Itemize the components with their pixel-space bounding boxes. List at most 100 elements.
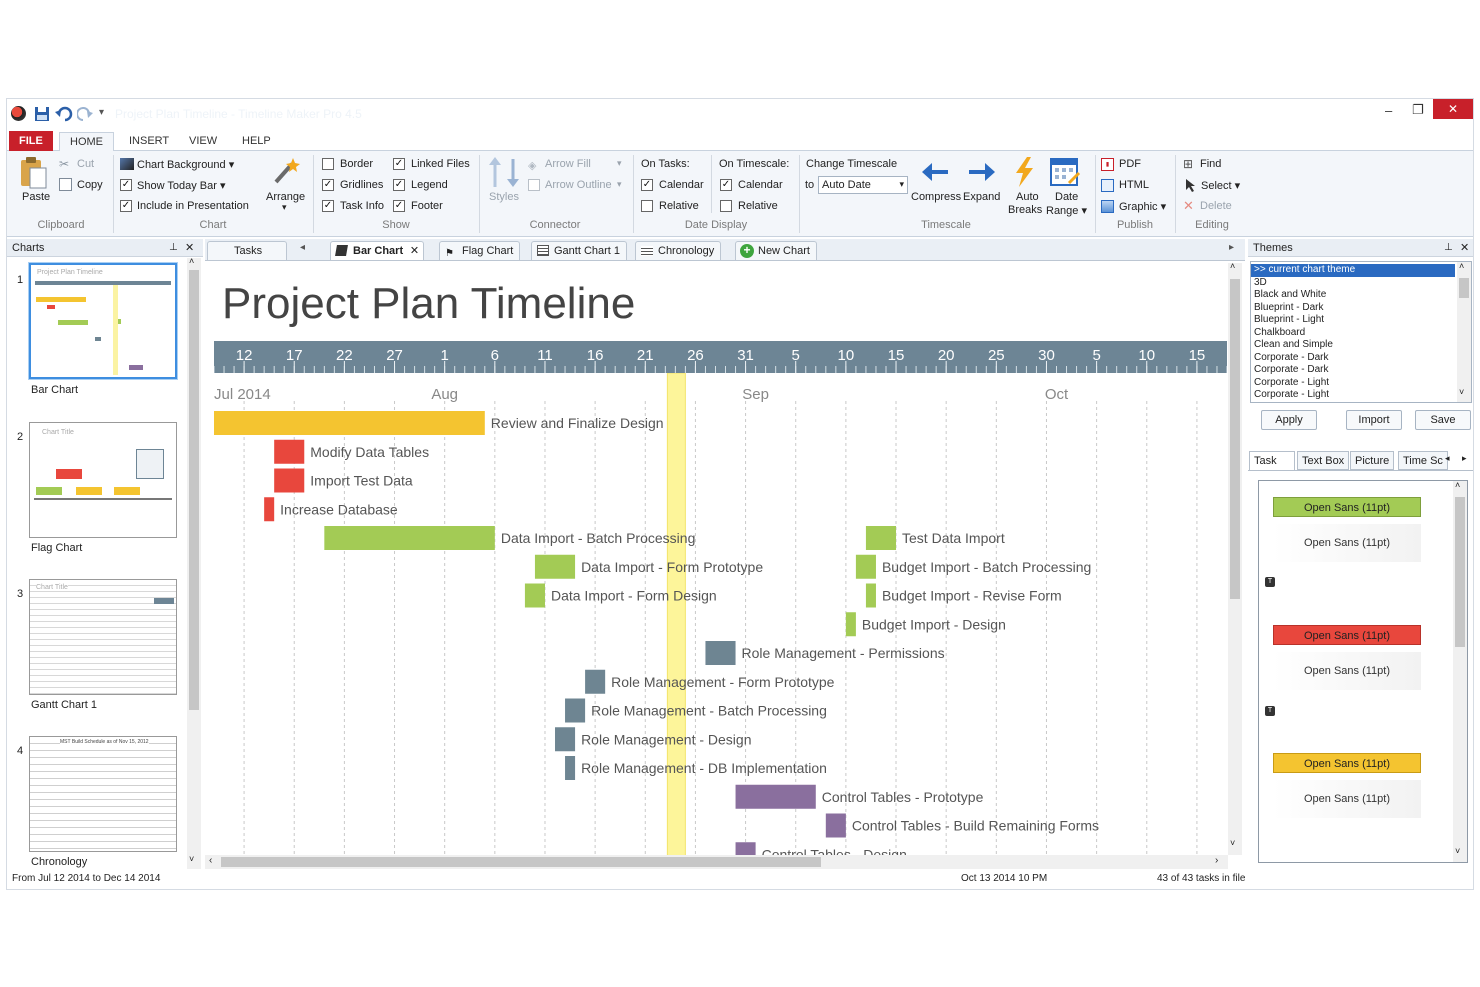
arrow-outline-dropdown-icon[interactable]: ▾: [617, 179, 622, 190]
arrow-fill-button[interactable]: Arrow Fill: [545, 158, 591, 170]
auto-breaks-label-2[interactable]: Breaks: [1008, 204, 1042, 216]
task-style-swatch-green[interactable]: Open Sans (11pt): [1273, 497, 1421, 517]
chart-canvas[interactable]: 12 17 22 27 1 6 11 16 21 26 31 5 10 15 20 25 30 5 10 15 Jul …: [214, 263, 1227, 855]
pin-icon[interactable]: ⊥: [1444, 239, 1453, 257]
include-presentation-checkbox[interactable]: ✓: [120, 200, 132, 212]
maximize-button[interactable]: ❐: [1412, 102, 1424, 118]
close-panel-icon[interactable]: ✕: [185, 239, 194, 257]
pdf-button[interactable]: PDF: [1119, 158, 1141, 170]
graphic-button[interactable]: Graphic ▾: [1119, 200, 1166, 213]
paste-label[interactable]: Paste: [22, 191, 50, 203]
scroll-left-icon[interactable]: ‹: [209, 855, 212, 866]
save-theme-button[interactable]: Save: [1415, 410, 1471, 430]
style-tabs-right-icon[interactable]: ▸: [1462, 453, 1467, 464]
themes-scrollbar[interactable]: ˄ ˅: [1457, 262, 1471, 402]
arrow-outline-button[interactable]: Arrow Outline: [545, 179, 612, 191]
import-theme-button[interactable]: Import: [1346, 410, 1402, 430]
tab-text-box-style[interactable]: Text Box: [1297, 451, 1350, 470]
tab-new-chart[interactable]: + New Chart: [735, 241, 817, 260]
tab-picture-style[interactable]: Picture: [1350, 451, 1395, 470]
theme-item[interactable]: Clean and Simple: [1251, 339, 1471, 352]
arrow-fill-dropdown-icon[interactable]: ▾: [617, 158, 622, 169]
chart-thumbnail-gantt-chart[interactable]: Chart Title: [29, 579, 177, 695]
canvas-vscroll-thumb[interactable]: [1230, 279, 1240, 599]
date-range-label-2[interactable]: Range ▾: [1046, 204, 1087, 217]
theme-item[interactable]: 3D: [1251, 277, 1471, 290]
auto-date-select[interactable]: Auto Date ▾: [818, 176, 908, 194]
scroll-down-icon[interactable]: ˅: [1455, 846, 1460, 856]
task-info-checkbox[interactable]: ✓: [322, 200, 334, 212]
include-presentation-label[interactable]: Include in Presentation: [137, 200, 249, 212]
tab-timescale-style[interactable]: Time Sc: [1398, 451, 1448, 470]
style-tabs-left-icon[interactable]: ◂: [1445, 453, 1450, 464]
theme-item[interactable]: Corporate - Dark: [1251, 352, 1471, 365]
connector-styles-label[interactable]: Styles: [489, 191, 519, 203]
auto-breaks-label-1[interactable]: Auto: [1016, 191, 1039, 203]
close-tab-icon[interactable]: ✕: [410, 242, 419, 260]
delete-button[interactable]: Delete: [1200, 200, 1232, 212]
copy-button[interactable]: Copy: [77, 179, 103, 191]
arrange-dropdown-icon[interactable]: ▾: [282, 202, 287, 213]
gantt-chart[interactable]: 12 17 22 27 1 6 11 16 21 26 31 5 10 15 20 25 30 5 10 15Jul …: [214, 263, 1227, 855]
theme-item[interactable]: Corporate - Dark: [1251, 364, 1471, 377]
scroll-up-icon[interactable]: ˄: [1230, 261, 1235, 271]
timescale-calendar-checkbox[interactable]: ✓: [720, 179, 732, 191]
close-button[interactable]: ✕: [1433, 99, 1473, 119]
show-today-bar-label[interactable]: Show Today Bar ▾: [137, 179, 225, 192]
save-icon[interactable]: [34, 106, 50, 122]
chart-background-button[interactable]: Chart Background ▾: [137, 158, 234, 171]
compress-button[interactable]: Compress: [911, 191, 961, 203]
theme-item[interactable]: Corporate - Light: [1251, 377, 1471, 390]
scroll-down-icon[interactable]: ˅: [189, 854, 194, 864]
charts-scroll-thumb[interactable]: [189, 270, 199, 710]
chart-title[interactable]: Project Plan Timeline: [222, 279, 635, 328]
border-checkbox[interactable]: [322, 158, 334, 170]
tasks-relative-checkbox[interactable]: [641, 200, 653, 212]
find-button[interactable]: Find: [1200, 158, 1221, 170]
scroll-up-icon[interactable]: ˄: [189, 256, 194, 266]
tabs-scroll-right-icon[interactable]: ▸: [1229, 242, 1234, 253]
html-button[interactable]: HTML: [1119, 179, 1149, 191]
tab-help[interactable]: HELP: [232, 132, 281, 151]
task-style-label-font[interactable]: Open Sans (11pt): [1273, 652, 1421, 690]
connector-styles-icon[interactable]: [487, 157, 523, 189]
task-style-swatch-red[interactable]: Open Sans (11pt): [1273, 625, 1421, 645]
quick-access-dropdown-icon[interactable]: ▾: [99, 107, 104, 118]
tab-gantt-chart[interactable]: Gantt Chart 1: [531, 241, 628, 260]
date-range-calendar-icon[interactable]: [1049, 155, 1081, 187]
scroll-up-icon[interactable]: ˄: [1455, 481, 1460, 490]
theme-item[interactable]: Black and White: [1251, 289, 1471, 302]
theme-item[interactable]: Chalkboard: [1251, 327, 1471, 340]
apply-theme-button[interactable]: Apply: [1261, 410, 1317, 430]
chart-name[interactable]: Flag Chart: [31, 542, 82, 554]
task-style-label-font[interactable]: Open Sans (11pt): [1273, 780, 1421, 818]
tab-file[interactable]: FILE: [9, 131, 53, 151]
task-styles-list[interactable]: Open Sans (11pt) Open Sans (11pt) T Open…: [1258, 480, 1468, 863]
arrange-wand-icon[interactable]: [272, 156, 300, 186]
tab-view[interactable]: VIEW: [179, 132, 227, 151]
tab-bar-chart[interactable]: Bar Chart ✕: [330, 241, 425, 260]
canvas-hscroll-thumb[interactable]: [221, 857, 821, 867]
theme-item[interactable]: Blueprint - Light: [1251, 314, 1471, 327]
task-style-swatch-yellow[interactable]: Open Sans (11pt): [1273, 753, 1421, 773]
charts-scrollbar[interactable]: ˄ ˅: [187, 256, 201, 869]
expand-button[interactable]: Expand: [963, 191, 1000, 203]
compress-arrow-icon[interactable]: [920, 159, 950, 185]
tab-home[interactable]: HOME: [59, 132, 114, 152]
timescale-relative-checkbox[interactable]: [720, 200, 732, 212]
canvas-vertical-scrollbar[interactable]: ˄ ˅: [1228, 261, 1242, 855]
scroll-up-icon[interactable]: ˄: [1459, 262, 1464, 271]
tab-chronology[interactable]: Chronology: [635, 241, 722, 260]
theme-item-selected[interactable]: >> current chart theme: [1251, 264, 1455, 277]
cut-button[interactable]: Cut: [77, 158, 94, 170]
styles-scroll-thumb[interactable]: [1455, 497, 1465, 647]
theme-item[interactable]: Blueprint - Dark: [1251, 302, 1471, 315]
minimize-button[interactable]: –: [1385, 103, 1392, 118]
linked-files-checkbox[interactable]: ✓: [393, 158, 405, 170]
undo-icon[interactable]: [55, 106, 73, 122]
select-button[interactable]: Select ▾: [1201, 179, 1240, 192]
tab-flag-chart[interactable]: ⚑ Flag Chart: [439, 241, 521, 260]
theme-item[interactable]: Corporate - Light: [1251, 389, 1471, 402]
expand-arrow-icon[interactable]: [967, 159, 997, 185]
tabs-scroll-left-icon[interactable]: ◂: [300, 242, 305, 253]
